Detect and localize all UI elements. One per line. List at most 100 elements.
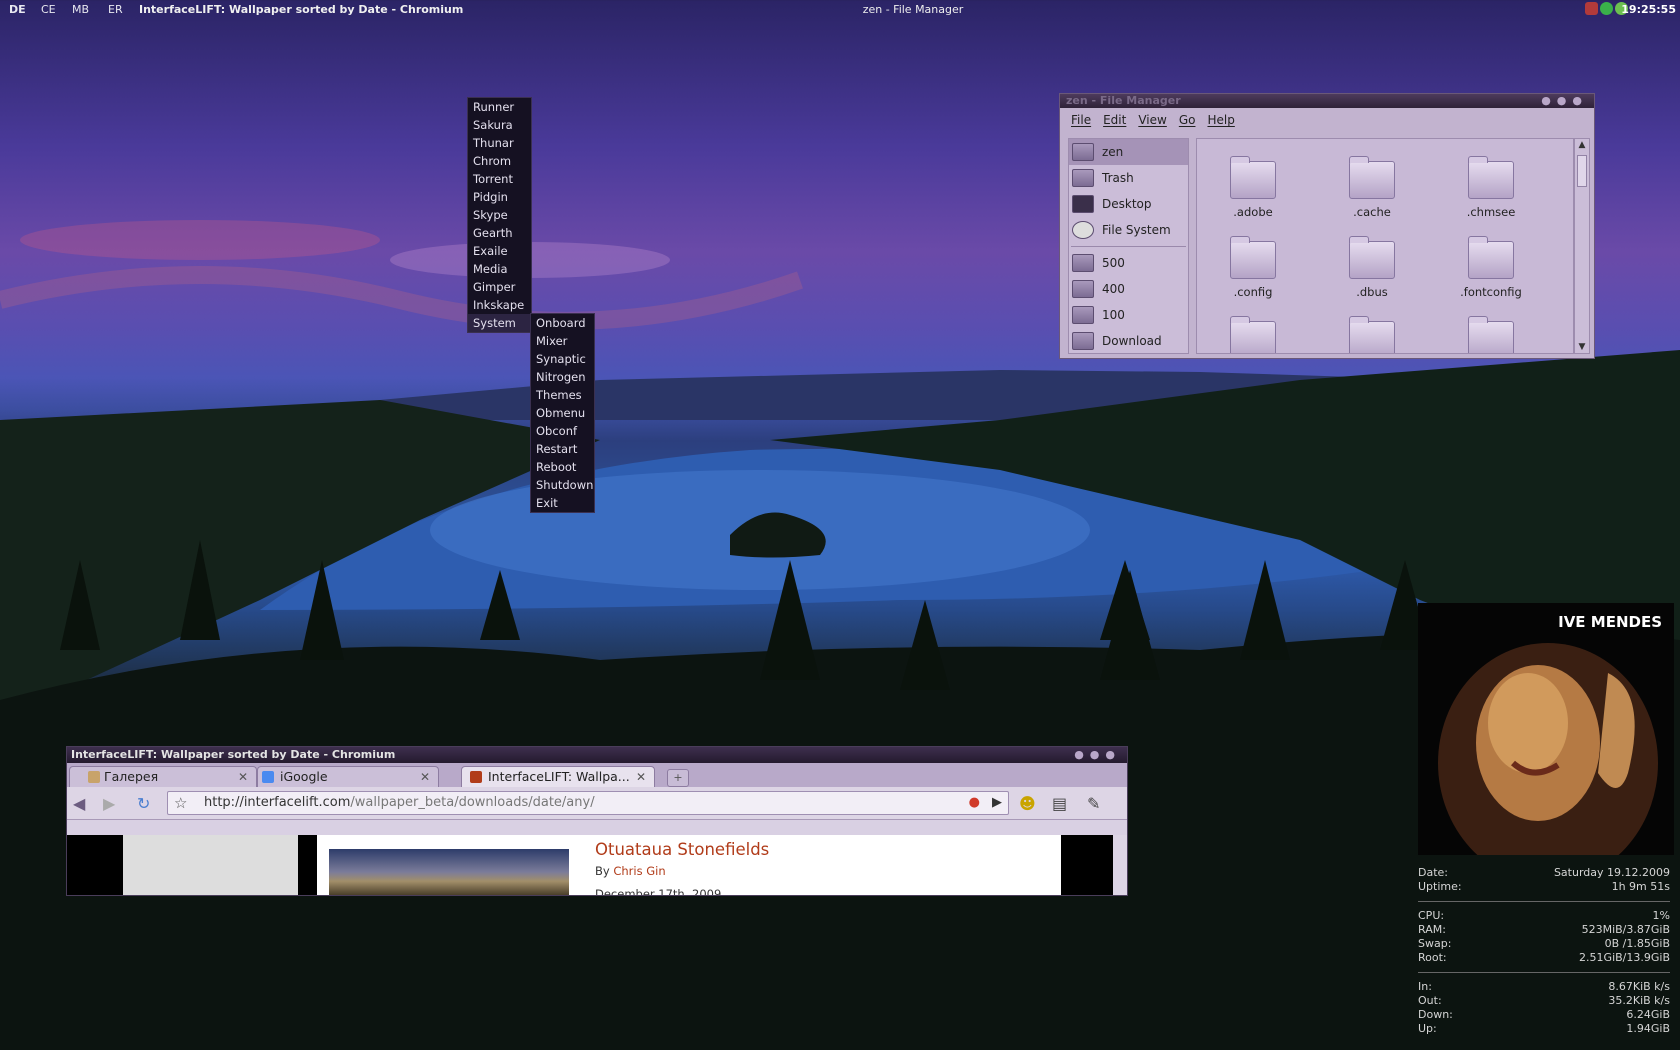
menu-item-thunar[interactable]: Thunar bbox=[468, 134, 531, 152]
scroll-thumb[interactable] bbox=[1577, 155, 1587, 187]
menu-item-shutdown[interactable]: Shutdown bbox=[531, 476, 594, 494]
trash-icon bbox=[1072, 169, 1094, 187]
sidebar-item-desktop[interactable]: Desktop bbox=[1069, 191, 1188, 217]
folder-item[interactable]: .chmsee bbox=[1441, 156, 1541, 219]
sidebar-item-download[interactable]: Download bbox=[1069, 328, 1188, 354]
menu-item-restart[interactable]: Restart bbox=[531, 440, 594, 458]
new-tab-button[interactable]: + bbox=[667, 769, 689, 787]
folder-icon bbox=[1072, 280, 1094, 298]
menu-item-nitrogen[interactable]: Nitrogen bbox=[531, 368, 594, 386]
scroll-down-icon[interactable]: ▼ bbox=[1575, 341, 1589, 353]
forward-icon[interactable]: ▶ bbox=[103, 794, 115, 813]
interfacelift-favicon-icon bbox=[470, 771, 482, 783]
sidebar-item-zen[interactable]: zen bbox=[1069, 139, 1188, 165]
folder-item[interactable]: .cache bbox=[1322, 156, 1422, 219]
close-tab-icon[interactable]: ✕ bbox=[636, 767, 646, 787]
browser-titlebar[interactable]: InterfaceLIFT: Wallpaper sorted by Date … bbox=[67, 747, 1127, 763]
sidebar-item-trash[interactable]: Trash bbox=[1069, 165, 1188, 191]
stat-label: Up: bbox=[1418, 1022, 1437, 1035]
fm-scrollbar[interactable]: ▲ ▼ bbox=[1574, 138, 1590, 354]
menu-item-torrent[interactable]: Torrent bbox=[468, 170, 531, 188]
stat-value: 1% bbox=[1652, 909, 1670, 922]
clock[interactable]: 19:25:55 bbox=[1621, 3, 1676, 16]
menu-item-synaptic[interactable]: Synaptic bbox=[531, 350, 594, 368]
page-menu-icon[interactable]: ▤ bbox=[1052, 794, 1067, 813]
close-tab-icon[interactable]: ✕ bbox=[420, 767, 430, 787]
desktop-icon bbox=[1072, 195, 1094, 213]
menu-item-pidgin[interactable]: Pidgin bbox=[468, 188, 531, 206]
folder-icon bbox=[1072, 306, 1094, 324]
menu-item-gearth[interactable]: Gearth bbox=[468, 224, 531, 242]
back-icon[interactable]: ◀ bbox=[73, 794, 85, 813]
sidebar-item-400[interactable]: 400 bbox=[1069, 276, 1188, 302]
folder-item[interactable]: .dbus bbox=[1322, 236, 1422, 299]
window-controls-icon[interactable]: ●●● bbox=[1541, 94, 1588, 108]
stat-value: 2.51GiB/13.9GiB bbox=[1579, 951, 1670, 964]
menu-item-exit[interactable]: Exit bbox=[531, 494, 594, 512]
portrait-image bbox=[1438, 643, 1658, 855]
menu-item-reboot[interactable]: Reboot bbox=[531, 458, 594, 476]
url-path: /wallpaper_beta/downloads/date/any/ bbox=[350, 795, 595, 810]
sidebar-item-filesystem[interactable]: File System bbox=[1069, 217, 1188, 243]
menu-go[interactable]: Go bbox=[1174, 113, 1201, 127]
menu-item-onboard[interactable]: Onboard bbox=[531, 314, 594, 332]
reload-icon[interactable]: ↻ bbox=[137, 794, 150, 813]
folder-item[interactable]: .adobe bbox=[1203, 156, 1303, 219]
menu-item-chrom[interactable]: Chrom bbox=[468, 152, 531, 170]
menu-help[interactable]: Help bbox=[1202, 113, 1239, 127]
folder-item[interactable] bbox=[1322, 316, 1422, 353]
wrench-icon[interactable]: ✎ bbox=[1087, 794, 1100, 813]
tab-label: iGoogle bbox=[280, 769, 328, 784]
sidebar-item-label: 500 bbox=[1102, 256, 1125, 270]
menu-item-inkskape[interactable]: Inkskape bbox=[468, 296, 531, 314]
fm-titlebar[interactable]: zen - File Manager ●●● bbox=[1060, 94, 1594, 108]
extension-face-icon[interactable]: ☻ bbox=[1019, 794, 1036, 813]
extension-icon[interactable]: ● bbox=[969, 792, 980, 814]
wallpaper-thumbnail[interactable] bbox=[329, 849, 569, 895]
menu-item-skype[interactable]: Skype bbox=[468, 206, 531, 224]
address-bar[interactable]: ☆ http://interfacelift.com/wallpaper_bet… bbox=[167, 791, 1009, 815]
stat-uptime: Uptime: 1h 9m 51s bbox=[1418, 880, 1670, 894]
scroll-up-icon[interactable]: ▲ bbox=[1575, 139, 1589, 151]
tray-app-icon[interactable] bbox=[1585, 2, 1598, 15]
page-content: Otuataua Stonefields By Chris Gin Decemb… bbox=[67, 835, 1127, 895]
sidebar-item-label: zen bbox=[1102, 145, 1124, 159]
folder-icon bbox=[1468, 316, 1514, 353]
menu-file[interactable]: File bbox=[1066, 113, 1096, 127]
sidebar-item-500[interactable]: 500 bbox=[1069, 250, 1188, 276]
folder-item[interactable]: .config bbox=[1203, 236, 1303, 299]
menu-item-themes[interactable]: Themes bbox=[531, 386, 594, 404]
menu-item-media[interactable]: Media bbox=[468, 260, 531, 278]
close-tab-icon[interactable]: ✕ bbox=[238, 767, 248, 787]
menu-item-gimper[interactable]: Gimper bbox=[468, 278, 531, 296]
star-icon[interactable]: ☆ bbox=[174, 792, 187, 814]
menu-edit[interactable]: Edit bbox=[1098, 113, 1131, 127]
menu-item-runner[interactable]: Runner bbox=[468, 98, 531, 116]
sidebar-item-100[interactable]: 100 bbox=[1069, 302, 1188, 328]
tab-igoogle[interactable]: iGoogle ✕ bbox=[257, 766, 439, 787]
page-scrollbar[interactable] bbox=[1113, 835, 1127, 895]
folder-item[interactable]: .fontconfig bbox=[1441, 236, 1541, 299]
folder-item[interactable] bbox=[1441, 316, 1541, 353]
tab-interfacelift[interactable]: InterfaceLIFT: Wallpa... ✕ bbox=[461, 766, 655, 787]
window-controls-icon[interactable]: ●●● bbox=[1074, 747, 1121, 763]
folder-label: .cache bbox=[1353, 205, 1391, 219]
menu-item-obmenu[interactable]: Obmenu bbox=[531, 404, 594, 422]
stat-value: 523MiB/3.87GiB bbox=[1581, 923, 1670, 936]
tray-status-icon[interactable] bbox=[1600, 2, 1613, 15]
menu-item-obconf[interactable]: Obconf bbox=[531, 422, 594, 440]
menu-item-sakura[interactable]: Sakura bbox=[468, 116, 531, 134]
menu-item-mixer[interactable]: Mixer bbox=[531, 332, 594, 350]
stat-value: 8.67KiB k/s bbox=[1608, 980, 1670, 993]
play-icon[interactable]: ▶ bbox=[992, 792, 1002, 814]
stat-swap: Swap: 0B /1.85GiB bbox=[1418, 937, 1670, 951]
menu-view[interactable]: View bbox=[1133, 113, 1171, 127]
wallpaper-title[interactable]: Otuataua Stonefields bbox=[595, 840, 769, 859]
folder-item[interactable] bbox=[1203, 316, 1303, 353]
author-link[interactable]: Chris Gin bbox=[613, 864, 665, 878]
menu-item-system[interactable]: System bbox=[468, 314, 531, 332]
stat-value: 0B /1.85GiB bbox=[1604, 937, 1670, 950]
menu-item-exaile[interactable]: Exaile bbox=[468, 242, 531, 260]
tab-gallery[interactable]: Галерея ✕ bbox=[69, 766, 257, 787]
stat-date: Date: Saturday 19.12.2009 bbox=[1418, 866, 1670, 880]
